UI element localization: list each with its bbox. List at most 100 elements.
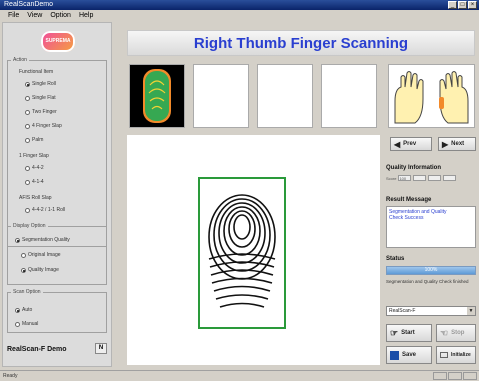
next-button[interactable]: ▶ Next (438, 137, 476, 151)
radio-indicator (21, 267, 26, 273)
status-bar-panels (433, 372, 477, 380)
left-panel: SUPREMA Action Functional Item Single Ro… (2, 22, 112, 367)
result-message-box: Segmentation and Quality Check Success (386, 206, 476, 248)
radio-4-1-4[interactable]: 4-1-4 (25, 179, 44, 185)
scan-legend: Scan Option (13, 289, 41, 295)
initialize-label: Initialize (451, 352, 471, 358)
radio-label: Quality Image (28, 267, 59, 273)
quality-cell: 100 (398, 175, 412, 181)
result-message-title: Result Message (386, 197, 432, 203)
radio-afis-roll[interactable]: 4-4-2 / 1-1 Roll (25, 207, 65, 213)
maximize-button[interactable]: □ (458, 1, 467, 9)
radio-label: Manual (22, 321, 39, 327)
radio-indicator (21, 252, 26, 258)
close-button[interactable]: × (468, 1, 477, 9)
fingerprint-thumbnail-icon (143, 69, 171, 123)
status-panel (448, 372, 462, 380)
radio-label: Single Roll (32, 81, 56, 87)
initialize-button[interactable]: Initialize (436, 346, 476, 364)
hand-icon: ☞ (390, 327, 399, 338)
thumbnail-1[interactable] (129, 64, 185, 128)
radio-label: 4-4-2 / 1-1 Roll (32, 207, 66, 213)
radio-manual[interactable]: Manual (15, 321, 38, 327)
prev-label: Prev (403, 141, 417, 147)
arrow-left-icon: ◀ (394, 139, 401, 149)
radio-label: Palm (32, 137, 44, 143)
right-panel: ◀ Prev ▶ Next Quality Information Score … (384, 132, 477, 368)
radio-two-finger[interactable]: Two Finger (25, 109, 57, 115)
radio-label: 4 Finger Slap (32, 123, 62, 129)
suprema-logo: SUPREMA (41, 31, 75, 52)
menu-bar: File View Option Help (0, 10, 479, 21)
save-label: Save (402, 352, 417, 358)
scan-image-area (127, 135, 380, 365)
radio-indicator (15, 237, 20, 243)
afis-label: AFIS Roll Slap (19, 195, 52, 201)
status-panel (433, 372, 447, 380)
quality-scores: Score 100 (386, 175, 457, 181)
floppy-disk-icon (390, 350, 399, 360)
action-group: Action (7, 57, 107, 247)
menu-file[interactable]: File (8, 10, 19, 21)
fingerprint-image (208, 194, 276, 308)
radio-quality-image[interactable]: Quality Image (21, 267, 59, 273)
prev-button[interactable]: ◀ Prev (390, 137, 432, 151)
start-button[interactable]: ☞ Start (386, 324, 432, 342)
check-segmentation-quality[interactable]: Segmentation Quality (15, 237, 70, 243)
radio-label: 4-4-2 (32, 165, 44, 171)
menu-view[interactable]: View (27, 10, 42, 21)
radio-palm[interactable]: Palm (25, 137, 43, 143)
window-controls: _ □ × (448, 1, 477, 9)
app-window: RealScanDemo _ □ × File View Option Help… (0, 0, 479, 381)
hand-indicator (388, 64, 475, 128)
result-line: Check Success (389, 215, 424, 221)
hands-icon (394, 71, 469, 124)
radio-label: Original Image (28, 252, 61, 258)
radio-four-finger-slap[interactable]: 4 Finger Slap (25, 123, 62, 129)
radio-indicator (25, 123, 30, 129)
quality-cell (413, 175, 427, 181)
quality-cell (443, 175, 457, 181)
status-message: Segmentation and Quality Check finished (386, 279, 469, 284)
brand-label: RealScan-F Demo (7, 346, 67, 353)
radio-label: Segmentation Quality (22, 237, 70, 243)
status-bar: Ready (0, 370, 479, 381)
radio-original-image[interactable]: Original Image (21, 252, 61, 258)
thumbnail-2[interactable] (193, 64, 249, 128)
minimize-button[interactable]: _ (448, 1, 457, 9)
thumbnail-3[interactable] (257, 64, 313, 128)
brand-n-button[interactable]: N (95, 343, 107, 354)
device-value: RealScan-F (389, 308, 416, 314)
status-title: Status (386, 256, 405, 262)
progress-bar: 100% (386, 266, 476, 275)
radio-indicator (25, 207, 30, 213)
stop-button[interactable]: ☜ Stop (436, 324, 476, 342)
hand-icon: ☜ (440, 327, 449, 338)
keyboard-icon (440, 352, 448, 358)
radio-label: Two Finger (32, 109, 57, 115)
radio-auto[interactable]: Auto (15, 307, 32, 313)
save-button[interactable]: Save (386, 346, 432, 364)
radio-indicator (25, 95, 30, 101)
radio-single-roll[interactable]: Single Roll (25, 81, 56, 87)
thumbnail-4[interactable] (321, 64, 377, 128)
finger-slap-label: 1 Finger Slap (19, 153, 49, 159)
title-bar: RealScanDemo _ □ × (0, 0, 479, 10)
quality-info-title: Quality Information (386, 165, 442, 171)
radio-single-flat[interactable]: Single Flat (25, 95, 56, 101)
page-title: Right Thumb Finger Scanning (127, 30, 475, 56)
radio-indicator (25, 179, 30, 185)
status-bar-text: Ready (3, 373, 18, 379)
radio-indicator (25, 109, 30, 115)
radio-indicator (25, 137, 30, 143)
functional-label: Functional Item (19, 69, 54, 75)
quality-prefix: Score (386, 175, 397, 181)
display-legend: Display Option (13, 223, 46, 229)
radio-indicator (15, 307, 20, 313)
menu-help[interactable]: Help (79, 10, 93, 21)
segmentation-box (198, 177, 286, 329)
menu-option[interactable]: Option (50, 10, 71, 21)
device-select[interactable]: RealScan-F ▼ (386, 306, 476, 316)
radio-label: Single Flat (32, 95, 56, 101)
radio-4-4-2[interactable]: 4-4-2 (25, 165, 44, 171)
